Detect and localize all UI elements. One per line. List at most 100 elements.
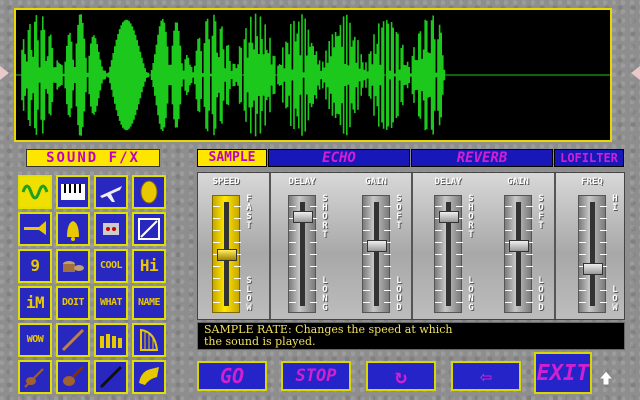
icon-button-nine-word[interactable]: 9 (18, 249, 52, 283)
fader-knob-reverb_gain[interactable] (509, 239, 529, 252)
fader-tick (435, 230, 442, 231)
icon-button-what-word[interactable]: WHAT (94, 286, 128, 320)
icon-button-glass[interactable] (132, 212, 166, 246)
fader-top-label-reverb_delay: SHORT (468, 194, 474, 240)
fader-tick (310, 230, 317, 231)
piano-icon (61, 184, 85, 200)
fader-tick (289, 290, 296, 291)
fader-tick (234, 218, 241, 219)
fader-top-label-echo_delay: SHORT (322, 194, 328, 240)
icon-button-drums[interactable] (56, 249, 90, 283)
fader-tick (505, 302, 512, 303)
fader-knob-reverb_delay[interactable] (439, 211, 459, 224)
fader-top-label-freq: HI (612, 194, 618, 213)
fader-knob-speed[interactable] (217, 249, 237, 261)
icon-button-horn[interactable] (132, 360, 166, 394)
icon-button-cymbal[interactable] (132, 175, 166, 209)
go-button[interactable]: GO (197, 361, 267, 391)
icon-button-trumpet[interactable] (18, 212, 52, 246)
fader-tick (600, 206, 607, 207)
icon-button-flute[interactable] (56, 323, 90, 357)
tab-lofilter[interactable]: LOFILTER (554, 149, 624, 167)
scroll-left-icon[interactable] (0, 66, 9, 80)
fader-bottom-label-reverb_delay: LONG (468, 276, 474, 313)
icon-button-airplane[interactable] (94, 175, 128, 209)
fader-track-echo_gain[interactable] (362, 195, 391, 313)
icon-button-hi-word[interactable]: Hi (132, 249, 166, 283)
fader-tick (213, 230, 220, 231)
icon-button-doit-word[interactable]: DOIT (56, 286, 90, 320)
fader-tick (526, 290, 533, 291)
scroll-right-icon[interactable] (631, 66, 640, 80)
exit-button[interactable]: EXIT (534, 352, 592, 394)
fader-tick (505, 206, 512, 207)
back-button[interactable]: ⇦ (451, 361, 521, 391)
stop-button[interactable]: STOP (281, 361, 351, 391)
fader-tick (456, 290, 463, 291)
icon-button-name-word[interactable]: NAME (132, 286, 166, 320)
tab-sample[interactable]: SAMPLE (197, 149, 267, 167)
icon-button-im-word[interactable]: iM (18, 286, 52, 320)
icon-button-xylophone[interactable] (94, 323, 128, 357)
icon-button-harp[interactable] (132, 323, 166, 357)
fader-tick (234, 206, 241, 207)
fader-track-echo_delay[interactable] (288, 195, 317, 313)
fader-tick (600, 254, 607, 255)
icon-button-guitar[interactable] (56, 360, 90, 394)
fader-tick (384, 266, 391, 267)
harp-icon (140, 328, 159, 351)
fader-tick (456, 266, 463, 267)
fader-knob-echo_gain[interactable] (367, 239, 387, 252)
fader-bottom-label-reverb_gain: LOUD (538, 276, 544, 313)
fader-track-speed[interactable] (212, 195, 241, 313)
fader-knob-echo_delay[interactable] (293, 211, 313, 224)
fader-tick (289, 302, 296, 303)
fader-track-freq[interactable] (578, 195, 607, 313)
fader-title-speed: SPEED (212, 177, 240, 187)
fader-bottom-label-echo_delay: LONG (322, 276, 328, 313)
fader-title-reverb_delay: DELAY (434, 177, 462, 187)
fader-knob-freq[interactable] (583, 263, 603, 276)
arrow-up-icon[interactable] (598, 370, 614, 386)
xylophone-icon (100, 334, 122, 348)
icon-button-clarinet[interactable] (94, 360, 128, 394)
icon-button-robot[interactable] (94, 212, 128, 246)
fader-tick (363, 218, 370, 219)
fader-tick (435, 302, 442, 303)
icon-button-cool-word[interactable]: COOL (94, 249, 128, 283)
fader-tick (213, 266, 220, 267)
fader-tick (600, 242, 607, 243)
trumpet-icon (24, 221, 46, 235)
fader-tick (526, 206, 533, 207)
tab-reverb[interactable]: REVERB (411, 149, 553, 167)
fader-tick (526, 254, 533, 255)
icon-button-wave[interactable] (18, 175, 52, 209)
fader-tick (456, 278, 463, 279)
icon-button-violin[interactable] (18, 360, 52, 394)
fader-tick (505, 290, 512, 291)
fader-tick (310, 278, 317, 279)
fader-tick (310, 242, 317, 243)
fader-track-reverb_delay[interactable] (434, 195, 463, 313)
icon-button-piano[interactable] (56, 175, 90, 209)
icon-button-wow-word[interactable]: WOW (18, 323, 52, 357)
fader-track-reverb_gain[interactable] (504, 195, 533, 313)
fader-tick (579, 242, 586, 243)
fader-tick (600, 302, 607, 303)
fader-tick (600, 230, 607, 231)
what-word-icon: WHAT (99, 297, 123, 308)
icon-button-bell[interactable] (56, 212, 90, 246)
fader-tick (600, 278, 607, 279)
loop-button[interactable]: ↻ (366, 361, 436, 391)
fader-tick (384, 302, 391, 303)
fader-tick (579, 290, 586, 291)
tab-echo[interactable]: ECHO (268, 149, 410, 167)
drums-icon (63, 261, 84, 272)
fader-slot (590, 202, 595, 306)
fader-tick (310, 302, 317, 303)
fader-tick (526, 302, 533, 303)
fader-tick (435, 242, 442, 243)
fader-tick (384, 278, 391, 279)
fader-tick (363, 254, 370, 255)
fader-tick (289, 254, 296, 255)
